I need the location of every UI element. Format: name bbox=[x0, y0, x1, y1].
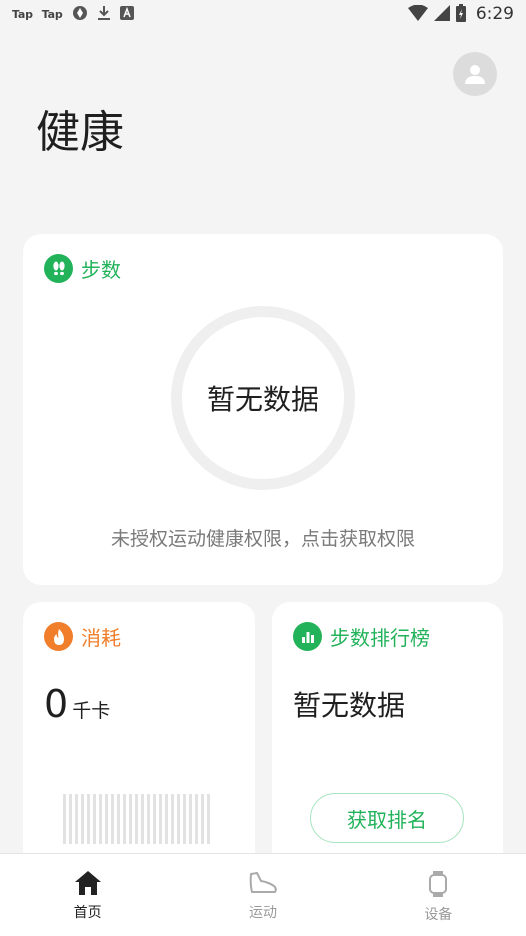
tab-home[interactable]: 首页 bbox=[0, 854, 175, 936]
wifi-icon bbox=[407, 4, 428, 24]
consume-number: 0 bbox=[44, 682, 69, 726]
tab-device-label: 设备 bbox=[424, 907, 453, 923]
a-badge-icon bbox=[119, 5, 134, 23]
consume-bar-chart-placeholder bbox=[63, 794, 211, 844]
footprints-icon bbox=[44, 254, 73, 283]
rank-card-header: 步数排行榜 bbox=[293, 622, 430, 651]
tab-sport-label: 运动 bbox=[248, 905, 277, 921]
download-icon bbox=[97, 5, 111, 24]
status-bar-left: Tap Tap bbox=[12, 5, 134, 24]
rank-empty-text: 暂无数据 bbox=[293, 689, 406, 722]
rank-card-title: 步数排行榜 bbox=[330, 626, 430, 650]
shoe-icon bbox=[249, 872, 277, 893]
tap-app-icon: Tap bbox=[12, 7, 33, 21]
status-time: 6:29 bbox=[475, 4, 514, 24]
consume-card-title: 消耗 bbox=[81, 626, 121, 650]
status-bar-right: 6:29 bbox=[407, 3, 514, 25]
get-rank-button[interactable]: 获取排名 bbox=[310, 793, 464, 843]
watch-icon bbox=[429, 871, 448, 897]
consume-unit: 千卡 bbox=[72, 700, 111, 722]
consume-value: 0 千卡 bbox=[44, 682, 110, 726]
page-title: 健康 bbox=[36, 107, 124, 158]
bottom-tab-bar: 首页 运动 设备 bbox=[0, 853, 526, 936]
steps-empty-text: 暂无数据 bbox=[206, 383, 319, 416]
signal-icon bbox=[433, 4, 450, 24]
bar-chart-icon bbox=[293, 622, 322, 651]
person-icon bbox=[465, 65, 485, 84]
steps-progress-ring: 暂无数据 bbox=[171, 306, 355, 490]
home-icon bbox=[74, 871, 101, 895]
flame-icon bbox=[44, 622, 73, 651]
avatar-button[interactable] bbox=[453, 52, 497, 96]
tab-device[interactable]: 设备 bbox=[351, 854, 526, 936]
tap-app-icon: Tap bbox=[41, 7, 63, 21]
tab-sport[interactable]: 运动 bbox=[175, 854, 350, 936]
steps-card[interactable]: 步数 暂无数据 未授权运动健康权限，点击获取权限 bbox=[23, 234, 503, 585]
steps-card-title: 步数 bbox=[81, 258, 121, 282]
permission-hint-link[interactable]: 未授权运动健康权限，点击获取权限 bbox=[23, 524, 503, 551]
sync-icon bbox=[72, 5, 88, 24]
status-bar: Tap Tap 6:29 bbox=[0, 0, 526, 28]
tab-home-label: 首页 bbox=[73, 905, 102, 921]
battery-icon bbox=[455, 3, 466, 25]
steps-card-header: 步数 bbox=[44, 254, 121, 283]
consume-card-header: 消耗 bbox=[44, 622, 121, 651]
